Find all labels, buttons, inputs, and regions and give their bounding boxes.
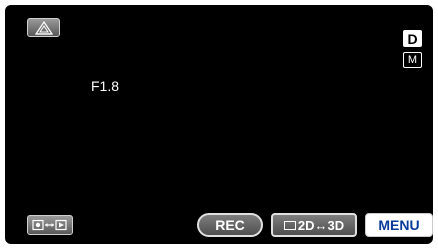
warning-triangle-icon xyxy=(34,20,53,35)
camera-screen: D M F1.8 REC 2D↔3D MENU xyxy=(5,5,433,244)
rec-button[interactable]: REC xyxy=(197,213,263,237)
toggle-2d-3d-label: 2D↔3D xyxy=(297,217,345,233)
aperture-value: F1.8 xyxy=(91,78,120,94)
disk-mode-badge: D xyxy=(403,30,422,47)
manual-mode-badge: M xyxy=(403,52,422,68)
menu-button[interactable]: MENU xyxy=(365,213,433,237)
tilt-warning-button[interactable] xyxy=(27,18,60,37)
screen-frame-icon xyxy=(283,220,296,230)
camera-playback-switch-icon xyxy=(32,219,67,231)
toggle-2d-3d-button[interactable]: 2D↔3D xyxy=(271,213,357,237)
record-playback-switch-button[interactable] xyxy=(27,215,73,235)
